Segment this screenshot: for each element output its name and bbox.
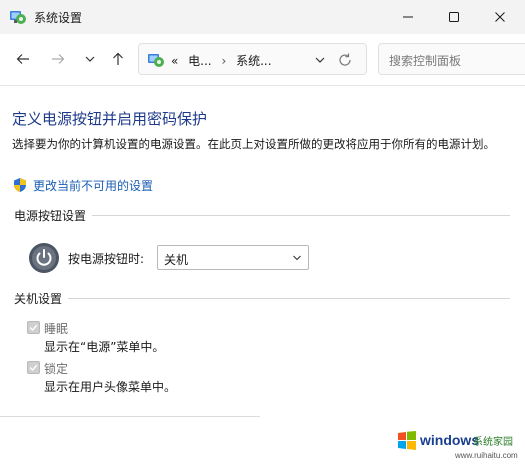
power-button-label: 按电源按钮时:	[68, 252, 145, 266]
power-button-action-select[interactable]: 关机	[157, 245, 309, 270]
sleep-description: 显示在“电源”菜单中。	[44, 340, 165, 354]
up-button[interactable]	[107, 48, 129, 70]
lock-description: 显示在用户头像菜单中。	[44, 380, 177, 394]
address-bar[interactable]: « 电... › 系统...	[138, 43, 367, 75]
sleep-label: 睡眠	[44, 322, 69, 336]
breadcrumb-separator: ›	[221, 54, 227, 68]
control-panel-icon	[10, 11, 26, 24]
title-bar: 系统设置	[0, 0, 525, 34]
footer-divider	[0, 416, 260, 417]
navigation-bar: « 电... › 系统... 搜索控制面板	[0, 34, 525, 86]
arrow-left-icon	[16, 54, 29, 64]
sleep-checkbox[interactable]	[27, 321, 40, 334]
recent-locations-button[interactable]	[79, 48, 101, 70]
checkmark-icon	[29, 324, 38, 332]
site-watermark-logo: windows 系统家园 www.ruihaitu.com	[398, 431, 518, 460]
page-description: 选择要为你的计算机设置的电源设置。在此页上对设置所做的更改将应用于你所有的电源计…	[12, 137, 495, 151]
minimize-icon	[403, 16, 413, 18]
selected-value: 关机	[164, 253, 189, 267]
arrow-up-icon	[113, 52, 123, 65]
breadcrumb-item[interactable]: 电...	[188, 54, 211, 68]
lock-checkbox[interactable]	[27, 361, 40, 374]
breadcrumb-item[interactable]: 系统...	[236, 54, 271, 68]
chevron-down-icon[interactable]	[313, 53, 327, 67]
chevron-down-icon	[293, 255, 301, 261]
page-title: 定义电源按钮并启用密码保护	[12, 110, 208, 128]
search-placeholder: 搜索控制面板	[389, 54, 462, 68]
close-icon	[495, 12, 505, 22]
breadcrumb: « 电... › 系统...	[171, 52, 272, 69]
change-unavailable-settings-link[interactable]: 更改当前不可用的设置	[12, 176, 153, 194]
arrow-right-icon	[52, 54, 65, 64]
divider	[92, 214, 510, 216]
watermark-brand-cn: 系统家园	[473, 435, 513, 448]
uac-shield-icon	[14, 178, 26, 192]
section-title: 电源按钮设置	[14, 208, 87, 223]
window-title: 系统设置	[34, 11, 83, 25]
lock-label: 锁定	[44, 362, 69, 376]
search-input[interactable]: 搜索控制面板	[378, 43, 525, 75]
chevron-down-icon	[85, 56, 95, 62]
checkmark-icon	[29, 364, 38, 372]
uac-link-label[interactable]: 更改当前不可用的设置	[33, 177, 153, 194]
back-button[interactable]	[12, 48, 34, 70]
watermark-url: www.ruihaitu.com	[454, 451, 518, 460]
divider	[68, 297, 510, 299]
maximize-icon	[449, 12, 459, 22]
maximize-button[interactable]	[431, 0, 477, 34]
breadcrumb-overflow[interactable]: «	[171, 54, 178, 68]
section-title: 关机设置	[14, 291, 63, 306]
power-button-settings-header: 电源按钮设置	[14, 207, 510, 223]
minimize-button[interactable]	[385, 0, 431, 34]
refresh-icon[interactable]	[337, 52, 353, 68]
power-icon	[29, 243, 59, 273]
control-panel-icon	[148, 54, 164, 67]
shutdown-settings-header: 关机设置	[14, 290, 510, 306]
close-button[interactable]	[477, 0, 523, 34]
watermark-brand: windows	[419, 432, 479, 448]
forward-button[interactable]	[47, 48, 69, 70]
